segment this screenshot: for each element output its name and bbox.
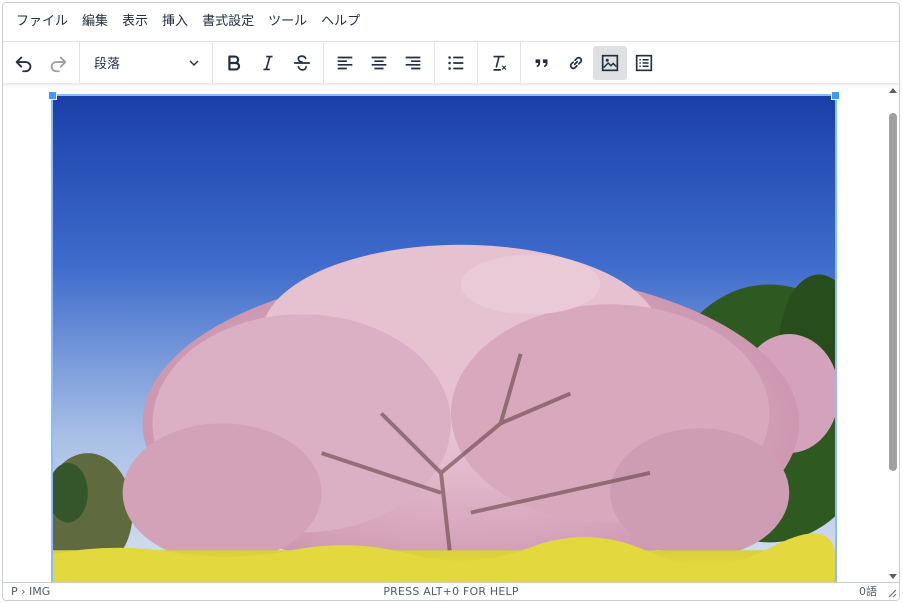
bold-icon (228, 54, 241, 71)
bullet-list-button[interactable] (439, 46, 473, 80)
insert-group (521, 42, 665, 83)
clear-format-button[interactable] (482, 46, 516, 80)
resize-handle-top-left[interactable] (48, 91, 57, 100)
resize-grip-icon[interactable] (886, 587, 897, 598)
quote-icon (535, 58, 548, 67)
align-right-button[interactable] (396, 46, 430, 80)
editor-content[interactable] (3, 83, 899, 584)
statusbar: P › IMG PRESS ALT+0 FOR HELP 0語 (3, 582, 899, 600)
menu-format[interactable]: 書式設定 (195, 9, 261, 35)
selected-image[interactable] (48, 91, 840, 584)
image-button[interactable] (593, 45, 627, 80)
menu-edit[interactable]: 編集 (75, 9, 115, 35)
alignment-group (324, 42, 435, 83)
menu-insert[interactable]: 挿入 (155, 9, 195, 35)
undo-button[interactable] (7, 46, 41, 80)
menu-help[interactable]: ヘルプ (314, 9, 367, 35)
rich-text-editor: ファイル 編集 表示 挿入 書式設定 ツール ヘルプ 段落 P › IMG PR… (2, 2, 900, 601)
menu-tools[interactable]: ツール (261, 9, 314, 35)
toolbar: 段落 (3, 41, 899, 83)
bold-button[interactable] (217, 46, 251, 80)
cherry-blossom-photo (53, 96, 835, 584)
redo-button[interactable] (41, 46, 75, 80)
history-group (3, 42, 80, 83)
align-center-icon (371, 56, 387, 69)
clear-format-icon (493, 55, 507, 71)
blockquote-button[interactable] (525, 46, 559, 80)
scroll-down-arrow-icon[interactable] (888, 571, 898, 581)
menu-file[interactable]: ファイル (9, 9, 75, 35)
list-group (435, 42, 478, 83)
link-icon (569, 56, 583, 69)
align-left-icon (337, 56, 353, 69)
align-left-button[interactable] (328, 46, 362, 80)
block-format-value: 段落 (94, 57, 121, 72)
table-of-contents-button[interactable] (627, 46, 661, 80)
clear-format-group (478, 42, 521, 83)
link-button[interactable] (559, 46, 593, 80)
image-icon (601, 54, 619, 71)
align-right-icon (405, 56, 421, 69)
scroll-up-arrow-icon[interactable] (888, 86, 898, 96)
strikethrough-icon (293, 54, 311, 71)
scrollbar-thumb[interactable] (889, 113, 897, 471)
vertical-scrollbar[interactable] (885, 83, 899, 584)
menubar: ファイル 編集 表示 挿入 書式設定 ツール ヘルプ (3, 3, 899, 41)
help-hint: PRESS ALT+0 FOR HELP (383, 585, 519, 598)
bullet-list-icon (448, 55, 464, 70)
strikethrough-button[interactable] (285, 46, 319, 80)
redo-icon (50, 56, 67, 72)
block-format-select[interactable]: 段落 (84, 46, 208, 80)
align-center-button[interactable] (362, 46, 396, 80)
undo-icon (15, 56, 32, 72)
italic-button[interactable] (251, 46, 285, 80)
menu-view[interactable]: 表示 (115, 9, 155, 35)
word-count[interactable]: 0語 (859, 584, 877, 600)
chevron-down-icon (189, 60, 199, 66)
block-format-group: 段落 (80, 42, 213, 83)
resize-handle-top-right[interactable] (831, 91, 840, 100)
toc-icon (635, 54, 653, 71)
italic-icon (263, 55, 273, 70)
text-style-group (213, 42, 324, 83)
